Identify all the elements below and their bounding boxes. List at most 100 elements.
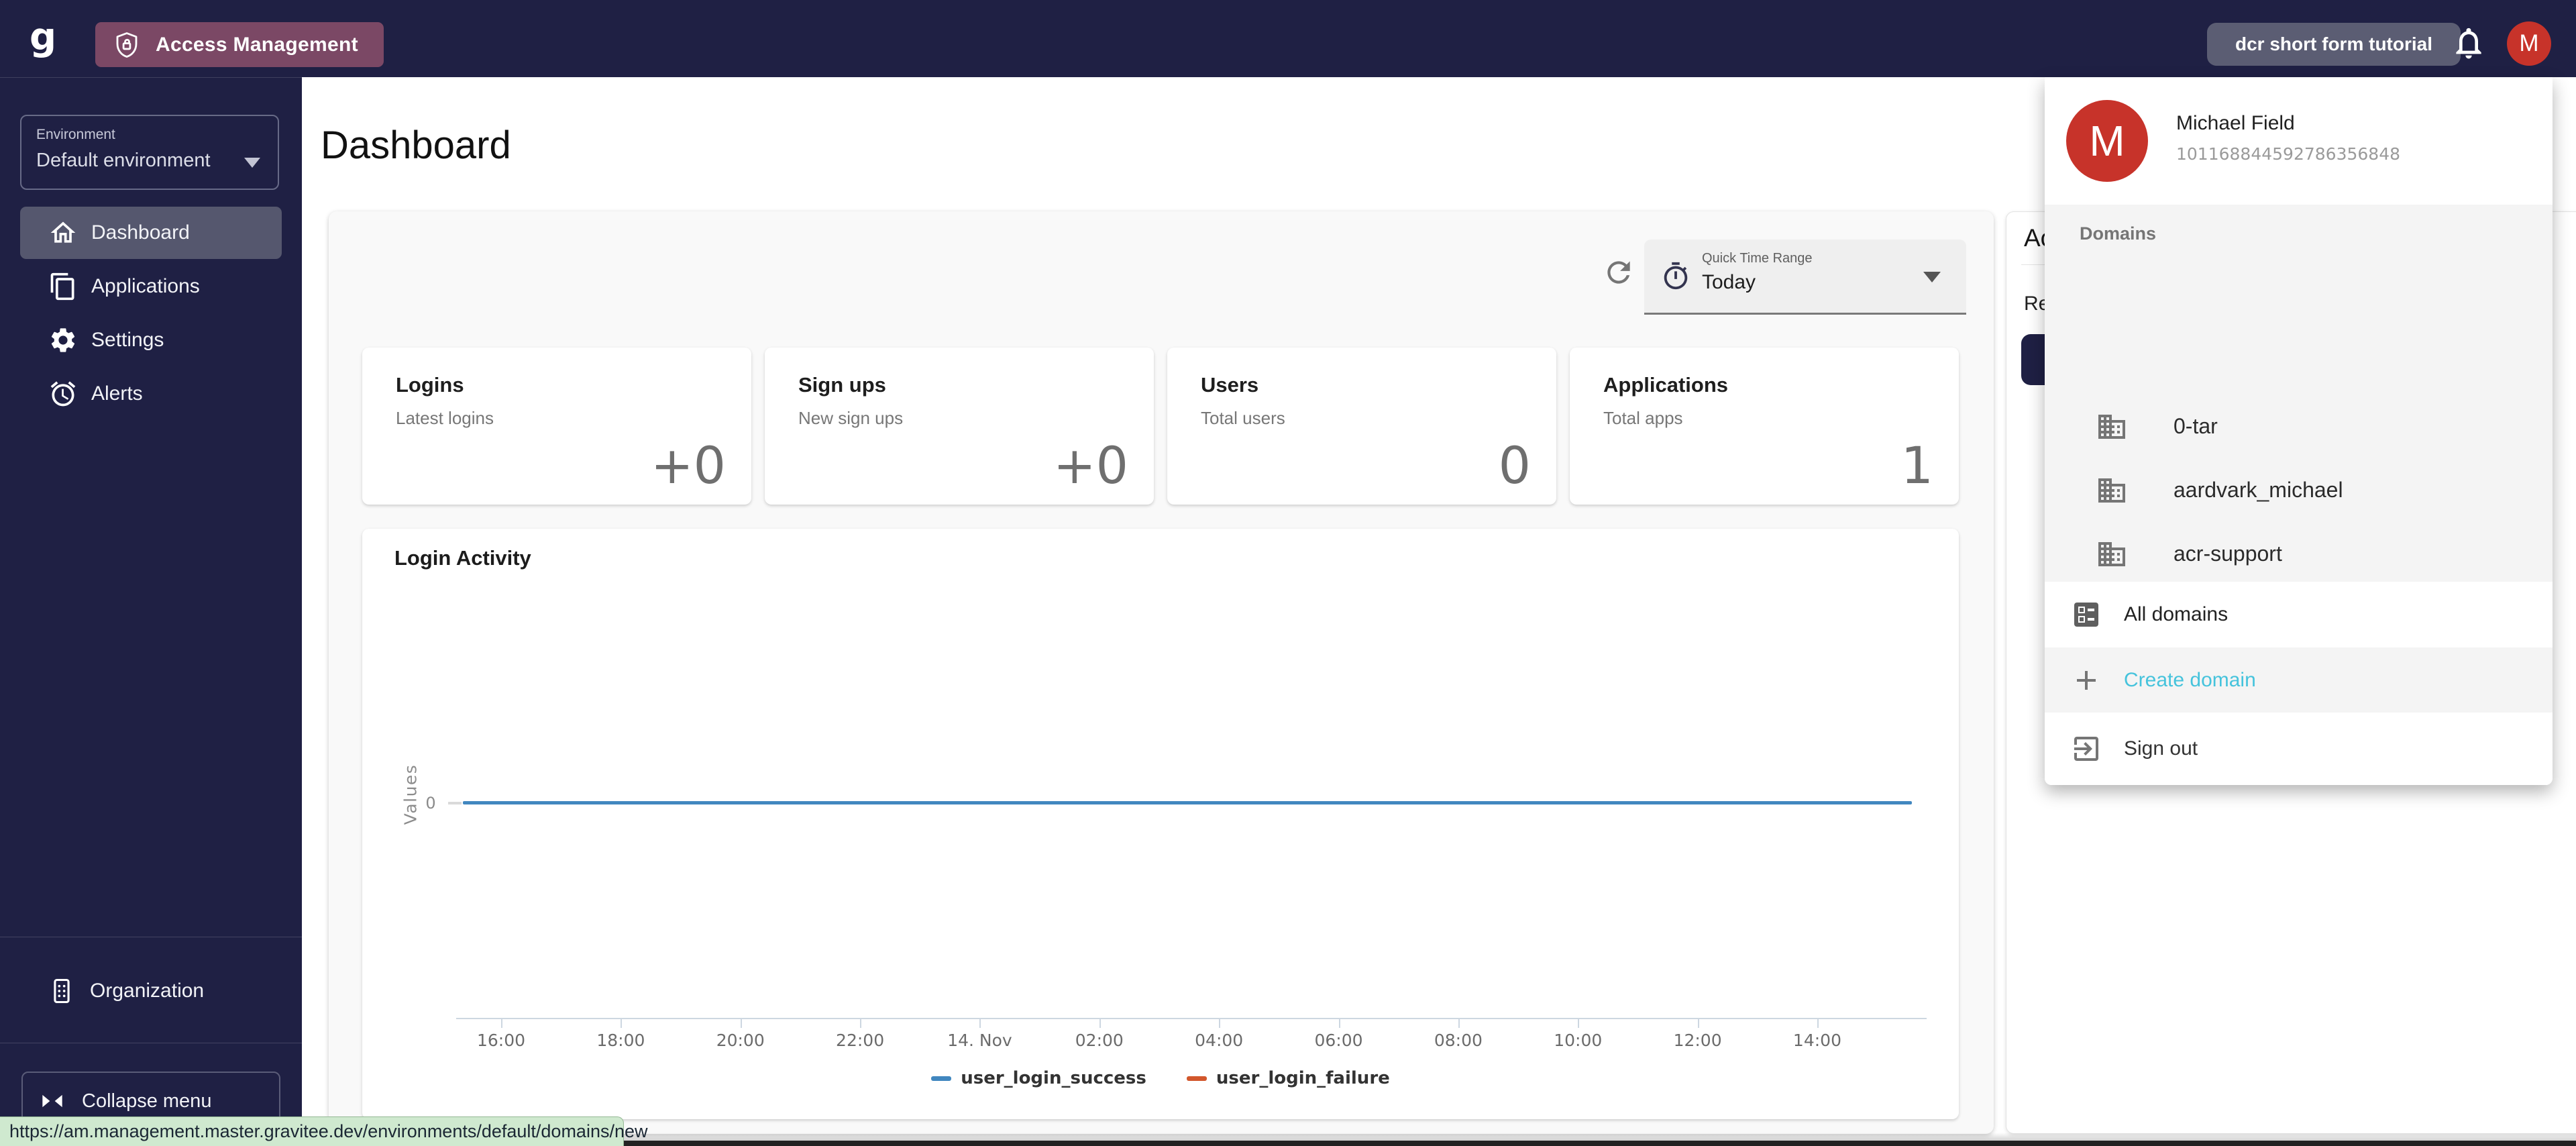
chevron-down-icon <box>244 158 260 168</box>
link-preview-tooltip: https://am.management.master.gravitee.de… <box>0 1116 624 1146</box>
chevron-down-icon <box>1923 272 1941 282</box>
legend-label: user_login_success <box>961 1068 1146 1088</box>
stat-card-users: Users Total users 0 <box>1167 348 1556 505</box>
x-tick-label: 12:00 <box>1674 1031 1722 1050</box>
plus-icon <box>2070 664 2102 696</box>
legend-swatch-failure <box>1187 1076 1207 1081</box>
sidebar-item-label: Applications <box>91 275 200 298</box>
domain-item-0-tar[interactable]: 0-tar <box>2045 395 2553 458</box>
x-tick-label: 18:00 <box>596 1031 645 1050</box>
sidebar-item-label: Organization <box>90 980 204 1002</box>
series-line-success <box>463 801 1912 804</box>
x-tick-label: 14:00 <box>1793 1031 1841 1050</box>
legend-label: user_login_failure <box>1216 1068 1390 1088</box>
domain-item-aardvark-michael[interactable]: aardvark_michael <box>2045 458 2553 522</box>
stat-subtitle: Total apps <box>1603 408 1683 429</box>
domain-label: acr-support <box>2174 541 2282 566</box>
environment-value: Default environment <box>36 150 263 172</box>
sidebar-item-applications[interactable]: Applications <box>20 260 282 313</box>
domain-building-icon <box>2096 411 2128 443</box>
create-domain-item[interactable]: Create domain <box>2045 647 2553 713</box>
x-tick-mark <box>1698 1018 1699 1028</box>
x-tick-mark <box>1339 1018 1340 1028</box>
domain-item-acr-support[interactable]: acr-support <box>2045 522 2553 586</box>
legend-swatch-success <box>931 1076 951 1081</box>
x-tick-label: 22:00 <box>836 1031 884 1050</box>
sign-out-label: Sign out <box>2124 737 2198 760</box>
x-tick-mark <box>1099 1018 1101 1028</box>
user-name: Michael Field <box>2176 112 2295 135</box>
app-badge-label: Access Management <box>156 34 358 56</box>
access-management-badge[interactable]: Access Management <box>95 22 384 67</box>
x-tick-mark <box>1458 1018 1460 1028</box>
notifications-bell-icon[interactable] <box>2450 24 2487 62</box>
user-menu-header: M Michael Field 101168844592786356848 <box>2045 77 2553 205</box>
sidebar-item-label: Alerts <box>91 382 143 405</box>
stat-subtitle: Latest logins <box>396 408 494 429</box>
stat-value: 1 <box>1901 435 1933 495</box>
legend-item-success[interactable]: user_login_success <box>931 1068 1146 1088</box>
sidebar-item-label: Dashboard <box>91 221 190 244</box>
quick-time-range-value: Today <box>1702 271 1756 294</box>
quick-time-range-label: Quick Time Range <box>1702 251 1813 266</box>
alarm-icon <box>48 379 78 409</box>
topbar: g Access Management dcr short form tutor… <box>0 0 2576 77</box>
x-tick-label: 10:00 <box>1554 1031 1602 1050</box>
x-tick-label: 16:00 <box>477 1031 525 1050</box>
user-avatar[interactable]: M <box>2507 21 2551 66</box>
applications-icon <box>48 272 78 301</box>
sidebar-item-settings[interactable]: Settings <box>20 314 282 366</box>
sidebar-item-alerts[interactable]: Alerts <box>20 368 282 420</box>
x-tick-label: 08:00 <box>1434 1031 1483 1050</box>
gravitee-logo[interactable]: g <box>30 15 56 58</box>
chart-legend: user_login_success user_login_failure <box>362 1068 1959 1088</box>
stat-subtitle: New sign ups <box>798 408 903 429</box>
sidebar-item-label: Settings <box>91 329 164 352</box>
stat-value: +0 <box>1053 435 1128 495</box>
stat-title: Applications <box>1603 373 1728 397</box>
stat-card-applications: Applications Total apps 1 <box>1570 348 1959 505</box>
stat-title: Logins <box>396 373 464 397</box>
all-domains-item[interactable]: All domains <box>2045 582 2553 647</box>
x-tick-mark <box>621 1018 622 1028</box>
x-tick-mark <box>741 1018 742 1028</box>
home-icon <box>48 218 78 248</box>
x-tick-mark <box>979 1018 981 1028</box>
domains-header: Domains <box>2080 223 2156 244</box>
domain-label: 0-tar <box>2174 414 2218 439</box>
x-tick-mark <box>1578 1018 1579 1028</box>
all-domains-icon <box>2070 598 2102 631</box>
y-axis-label: Values <box>401 764 421 825</box>
organization-icon <box>47 976 76 1006</box>
legend-item-failure[interactable]: user_login_failure <box>1187 1068 1390 1088</box>
sidebar-item-organization[interactable]: Organization <box>20 965 282 1017</box>
login-activity-card: Login Activity Values 0 16:0018:0020:002… <box>362 529 1959 1119</box>
timer-icon <box>1660 261 1691 292</box>
collapse-icon <box>38 1086 67 1116</box>
user-menu-avatar: M <box>2066 100 2148 182</box>
all-domains-label: All domains <box>2124 603 2228 626</box>
refresh-button[interactable] <box>1602 256 1635 289</box>
x-axis-line <box>456 1018 1927 1019</box>
quick-time-range-select[interactable]: Quick Time Range Today <box>1644 240 1966 315</box>
x-tick-label: 14. Nov <box>947 1031 1012 1050</box>
dashboard-panel: Quick Time Range Today Logins Latest log… <box>329 211 1994 1134</box>
sidebar-item-dashboard[interactable]: Dashboard <box>20 207 282 259</box>
x-tick-mark <box>860 1018 861 1028</box>
environment-selector[interactable]: Environment Default environment <box>20 115 279 190</box>
tutorial-button[interactable]: dcr short form tutorial <box>2207 23 2461 66</box>
x-tick-label: 06:00 <box>1314 1031 1362 1050</box>
sign-out-icon <box>2070 733 2102 765</box>
stat-value: 0 <box>1499 435 1531 495</box>
user-menu-dropdown: M Michael Field 101168844592786356848 Do… <box>2045 77 2553 785</box>
shield-lock-icon <box>113 31 141 59</box>
stat-title: Users <box>1201 373 1258 397</box>
gear-icon <box>48 325 78 355</box>
x-tick-mark <box>1817 1018 1819 1028</box>
collapse-menu-label: Collapse menu <box>82 1090 211 1112</box>
domain-label: aardvark_michael <box>2174 478 2343 503</box>
y-tick-mark <box>448 802 462 804</box>
page-title: Dashboard <box>321 123 511 168</box>
create-domain-label: Create domain <box>2124 669 2256 692</box>
sign-out-item[interactable]: Sign out <box>2045 713 2553 785</box>
